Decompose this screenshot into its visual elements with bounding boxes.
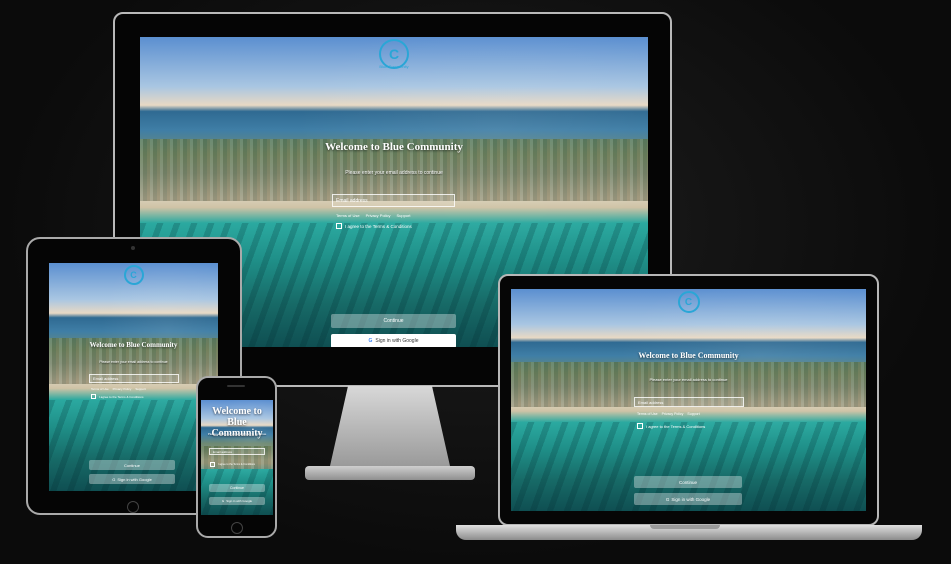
welcome-title: Welcome to Blue Community bbox=[89, 341, 178, 349]
email-input[interactable]: Email address bbox=[634, 397, 744, 407]
continue-button[interactable]: Continue bbox=[89, 460, 175, 470]
welcome-title: Welcome to Blue Community bbox=[638, 351, 739, 360]
google-signin-button[interactable]: G Sign in with Google bbox=[209, 497, 265, 505]
brand-logo-icon: C bbox=[123, 265, 144, 285]
footer-links: Terms of Use Privacy Policy Support bbox=[637, 412, 700, 416]
brand-logo-text: Blue Community bbox=[379, 64, 409, 69]
google-signin-button[interactable]: G Sign in with Google bbox=[634, 493, 742, 505]
desktop-monitor-base bbox=[305, 466, 475, 480]
phone-home-button[interactable] bbox=[231, 522, 243, 534]
laptop-notch bbox=[650, 525, 720, 529]
welcome-title: Welcome to Blue Community bbox=[325, 141, 463, 153]
welcome-subtitle: Please enter your email address to conti… bbox=[207, 432, 267, 436]
welcome-subtitle: Please enter your email address to conti… bbox=[99, 360, 168, 364]
agree-checkbox[interactable] bbox=[91, 394, 96, 399]
google-signin-label: Sign in with Google bbox=[226, 499, 253, 503]
water-image bbox=[201, 469, 273, 515]
privacy-link[interactable]: Privacy Policy bbox=[113, 387, 132, 391]
continue-button[interactable]: Continue bbox=[209, 484, 265, 492]
google-signin-button[interactable]: G Sign in with Google bbox=[89, 474, 175, 484]
privacy-link[interactable]: Privacy Policy bbox=[366, 213, 391, 218]
terms-link[interactable]: Terms of Use bbox=[91, 387, 109, 391]
agree-checkbox[interactable] bbox=[637, 423, 643, 429]
agree-label: I agree to the Terms & Conditions bbox=[99, 394, 144, 399]
phone-speaker bbox=[227, 385, 245, 387]
email-input[interactable]: Email address bbox=[209, 448, 265, 455]
support-link[interactable]: Support bbox=[687, 412, 699, 416]
tablet-camera bbox=[131, 246, 135, 250]
google-icon: G bbox=[665, 496, 670, 502]
welcome-subtitle: Please enter your email address to conti… bbox=[649, 377, 728, 382]
terms-agree[interactable]: I agree to the Terms & Conditions bbox=[637, 423, 705, 429]
brand-logo-icon: C bbox=[677, 291, 700, 313]
tablet-home-button[interactable] bbox=[127, 501, 139, 513]
desktop-monitor-stand bbox=[330, 386, 450, 466]
agree-label: I agree to the Terms & Conditions bbox=[345, 223, 412, 229]
terms-link[interactable]: Terms of Use bbox=[336, 213, 360, 218]
tablet-screen: C Welcome to Blue Community Please enter… bbox=[49, 263, 218, 491]
terms-link[interactable]: Terms of Use bbox=[637, 412, 658, 416]
agree-label: I agree to the Terms & Conditions bbox=[218, 463, 256, 466]
google-signin-label: Sign in with Google bbox=[117, 476, 152, 482]
footer-links: Terms of Use Privacy Policy Support bbox=[91, 387, 146, 391]
terms-agree[interactable]: I agree to the Terms & Conditions bbox=[91, 394, 143, 399]
agree-checkbox[interactable] bbox=[210, 462, 215, 467]
google-signin-button[interactable]: G Sign in with Google bbox=[331, 334, 456, 347]
google-signin-label: Sign in with Google bbox=[671, 496, 711, 502]
email-input[interactable]: Email address bbox=[332, 194, 455, 207]
support-link[interactable]: Support bbox=[396, 213, 410, 218]
support-link[interactable]: Support bbox=[135, 387, 146, 391]
google-signin-label: Sign in with Google bbox=[375, 338, 419, 344]
privacy-link[interactable]: Privacy Policy bbox=[662, 412, 684, 416]
email-input[interactable]: Email address bbox=[89, 374, 179, 383]
phone-screen: Welcome to Blue Community Please enter y… bbox=[201, 400, 273, 515]
welcome-subtitle: Please enter your email address to conti… bbox=[345, 170, 443, 176]
agree-checkbox[interactable] bbox=[336, 223, 342, 229]
terms-agree[interactable]: I agree to the Terms & Conditions bbox=[210, 462, 255, 467]
agree-label: I agree to the Terms & Conditions bbox=[646, 423, 706, 429]
continue-button[interactable]: Continue bbox=[634, 476, 742, 488]
google-icon: G bbox=[368, 338, 373, 344]
continue-button[interactable]: Continue bbox=[331, 314, 456, 328]
google-icon: G bbox=[112, 476, 116, 482]
terms-agree[interactable]: I agree to the Terms & Conditions bbox=[336, 223, 412, 229]
google-icon: G bbox=[221, 499, 225, 503]
footer-links: Terms of Use Privacy Policy Support bbox=[336, 213, 410, 218]
laptop-screen: C Welcome to Blue Community Please enter… bbox=[511, 289, 866, 511]
